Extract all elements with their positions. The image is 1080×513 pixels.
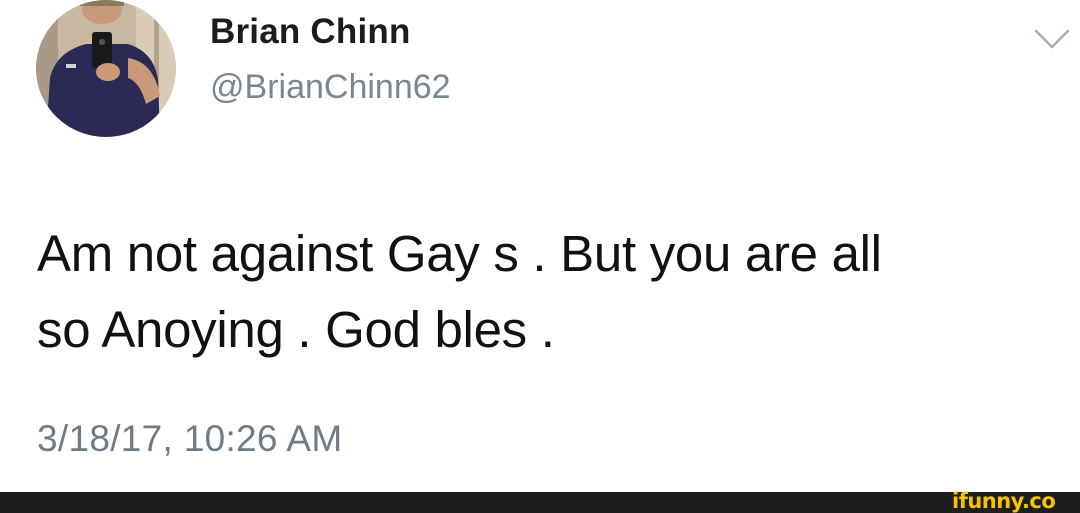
tweet-text-line: so Anoying . God bles . <box>37 301 555 358</box>
avatar[interactable] <box>36 0 176 137</box>
tweet-text: Am not against Gay s . But you are all s… <box>37 216 1057 368</box>
watermark-bar: ifunny.co <box>0 489 1080 513</box>
svg-text:ifunny.co: ifunny.co <box>952 489 1055 513</box>
author-handle[interactable]: @BrianChinn62 <box>210 68 451 107</box>
ifunny-watermark-logo: ifunny.co <box>952 489 1072 513</box>
tweet-text-line: Am not against Gay s . But you are all <box>37 225 882 282</box>
tweet-menu-button[interactable] <box>1032 28 1072 50</box>
author-display-name[interactable]: Brian Chinn <box>210 12 411 52</box>
chevron-down-icon <box>1034 29 1070 49</box>
tweet-card: Brian Chinn @BrianChinn62 Am not against… <box>0 0 1080 492</box>
tweet-timestamp[interactable]: 3/18/17, 10:26 AM <box>37 418 342 460</box>
profile-photo-icon <box>36 0 176 137</box>
